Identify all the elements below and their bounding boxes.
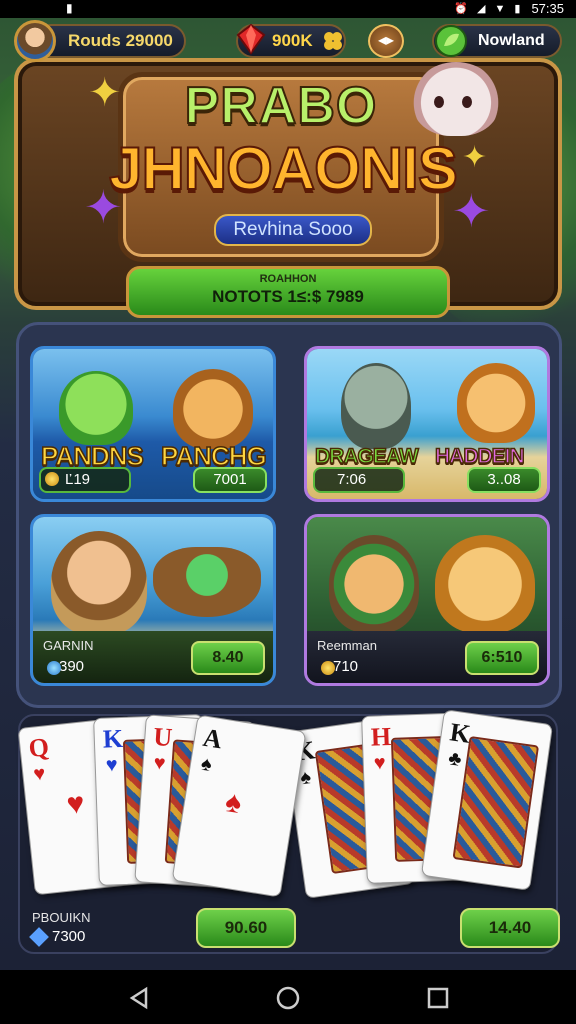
fox-character [173,369,253,449]
tile-play-button[interactable]: 6:510 [465,641,539,675]
playing-card[interactable]: K ♣ [420,709,554,891]
avatar[interactable] [14,20,56,62]
game-tile-3[interactable]: GARNIN 390 8.40 [30,514,276,686]
play-button-label: NOTOTS 1≤:$ 7989 [212,287,364,306]
bet-button-right[interactable]: 14.40 [460,908,560,948]
hand-value-text: 7300 [52,928,86,945]
gems-label: 900K [272,31,313,50]
tile-title-a: DRAGEAW [314,444,419,469]
status-bar: ▮ ⏰ ◢ ▼ ▮ 57:35 [0,0,576,18]
status-label: Nowland [478,32,545,49]
notification-icon: ▮ [66,1,73,15]
hand-label: PBOUIKN [32,910,91,925]
card-suit-icon: ♠ [199,752,214,777]
mascot-eye [462,96,472,108]
status-icons: ⏰ ◢ ▼ ▮ 57:35 [454,1,564,16]
recents-icon[interactable] [424,984,452,1012]
bet-button-left[interactable]: 90.60 [196,908,296,948]
tile-stat-right[interactable]: 7001 [193,467,267,493]
card-pip-icon: ♠ [222,785,244,821]
card-suit-icon: ♥ [152,752,167,775]
card-rank: K [102,723,124,754]
bear-ranger-character [329,535,419,633]
clock: 57:35 [531,1,564,16]
card-rank: Q [27,732,51,764]
dog-character [457,363,535,443]
leaf-icon [435,25,467,57]
tile-footer-value-text: 710 [333,658,359,675]
coin-icon [321,661,335,675]
tile-footer-value: 710 [317,658,358,675]
card-suit-icon: ♣ [446,747,463,771]
hand-value: 7300 [29,927,86,947]
lion-character [435,535,535,633]
tile-footer-label: Reemman [317,638,377,653]
banner-title-line2: JHNOAONIS [108,134,459,203]
play-button[interactable]: ROAHHON NOTOTS 1≤:$ 7989 [126,266,450,318]
banner-title-line1: PRABO [184,76,378,136]
home-icon[interactable] [274,984,302,1012]
lizard-character [341,363,411,449]
star-icon: ✦ [88,71,122,115]
card-face-art [452,735,540,869]
tile-footer-value: 390 [43,658,84,675]
boat-icon [153,547,261,617]
game-tile-1[interactable]: PANDNS PANCHG Ľ19 7001 [30,346,276,502]
tile-stat-left-value: 7:06 [337,471,367,488]
card-suit-icon: ♥ [105,754,119,777]
tile-footer-label: GARNIN [43,638,94,653]
signal-icons: ⏰ ◢ ▼ ▮ [454,3,524,15]
card-suit-icon: ♥ [32,762,47,786]
tile-stat-left: Ľ19 [39,467,131,493]
diamond-icon [29,927,49,947]
gem-coin-icon [47,661,61,675]
card-pip-icon: ♥ [65,786,87,822]
back-icon[interactable] [126,984,154,1012]
card-rank: A [201,722,225,755]
card-suit-icon: ♠ [298,766,313,790]
card-suit-icon: ♥ [373,752,387,775]
banner-tag: Revhina Sooo [214,214,372,246]
card-rank: U [152,721,174,753]
swap-button[interactable]: ◂▸ [368,24,404,58]
tile-play-button[interactable]: 8.40 [191,641,265,675]
clover-icon [324,32,342,50]
tile-stat-right[interactable]: 3..08 [467,467,541,493]
coin-icon [45,472,59,486]
game-tile-2[interactable]: DRAGEAW HADDEIN 7:06 3..08 [304,346,550,502]
arrow-left-right-icon: ◂▸ [377,32,395,49]
tile-footer-value-text: 390 [59,658,85,675]
username-pill[interactable]: Rouds 29000 [34,24,186,58]
explorer-character [51,531,147,635]
username-label: Rouds 29000 [68,31,173,50]
tile-title-b: HADDEIN [434,444,525,469]
tile-stat-left-value: Ľ19 [65,471,91,488]
game-tile-4[interactable]: Reemman 710 6:510 [304,514,550,686]
frog-character [59,371,133,445]
tile-stat-left: 7:06 [313,467,405,493]
ruby-gem-icon [236,23,266,55]
card-rank: H [370,721,392,752]
play-button-caption: ROAHHON [259,273,317,285]
system-nav-bar [0,970,576,1024]
